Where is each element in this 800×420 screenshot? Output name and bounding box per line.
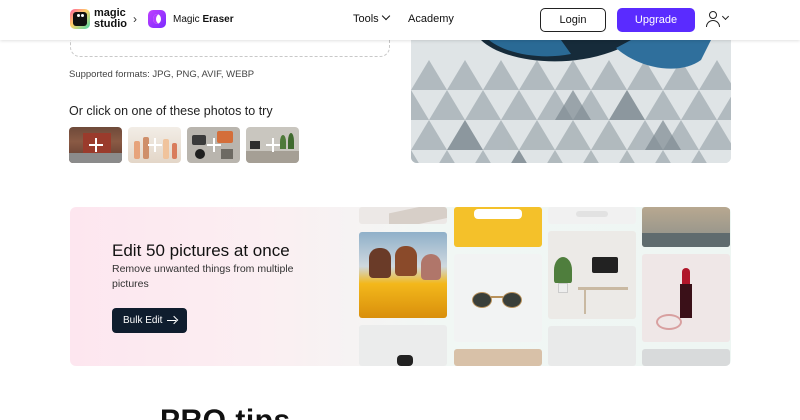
collage-photo-desk-plant [548,231,636,319]
user-account-icon[interactable] [706,11,720,27]
magic-studio-logo-text[interactable]: magic studio [94,8,127,30]
collage-photo-bottom-2 [454,349,542,366]
section-heading-partial: PRO tips [160,404,291,420]
top-nav-bar: magic studio › Magic Eraser Tools Academ… [0,0,800,40]
upgrade-button[interactable]: Upgrade [617,8,695,32]
add-icon [147,138,162,152]
chevron-down-icon [381,11,390,21]
collage-photo-people-top [642,207,730,247]
nav-academy-link[interactable]: Academy [408,13,454,25]
sample-photos-heading: Or click on one of these photos to try [69,104,273,118]
bulk-edit-banner: Edit 50 pictures at once Remove unwanted… [70,207,731,366]
add-icon [88,138,103,152]
nav-tools-menu[interactable]: Tools [353,11,390,25]
sample-photo-garage[interactable] [69,127,122,163]
sample-photo-plants[interactable] [246,127,299,163]
banner-title: Edit 50 pictures at once [112,241,290,260]
collage-photo-bottom-3 [548,326,636,366]
sample-photo-bottles[interactable] [128,127,181,163]
login-button[interactable]: Login [540,8,606,32]
product-name: Magic Eraser [173,14,234,25]
bulk-edit-button[interactable]: Bulk Edit [112,308,187,333]
breadcrumb-chevron-icon: › [133,12,137,26]
magic-eraser-app-icon [148,10,166,28]
add-icon [265,138,280,152]
hero-preview-image [411,40,731,163]
collage-photo-top-3 [548,207,636,224]
collage-photo-yellow-car [454,207,542,247]
banner-subtitle: Remove unwanted things from multiple pic… [112,263,294,290]
supported-formats-text: Supported formats: JPG, PNG, AVIF, WEBP [69,69,255,80]
arrow-right-icon [167,320,176,322]
collage-photo-bottom-1 [359,325,447,366]
collage-photo-lipstick [642,254,730,342]
collage-photo-sunglasses [454,254,542,342]
sample-photo-desk[interactable] [187,127,240,163]
add-icon [206,138,221,152]
collage-photo-sunflowers [359,232,447,318]
collage-photo-bottom-4 [642,349,730,366]
magic-studio-logo-icon[interactable] [70,9,90,29]
chevron-down-icon[interactable] [721,12,730,21]
collage-photo-top-1 [359,207,447,224]
